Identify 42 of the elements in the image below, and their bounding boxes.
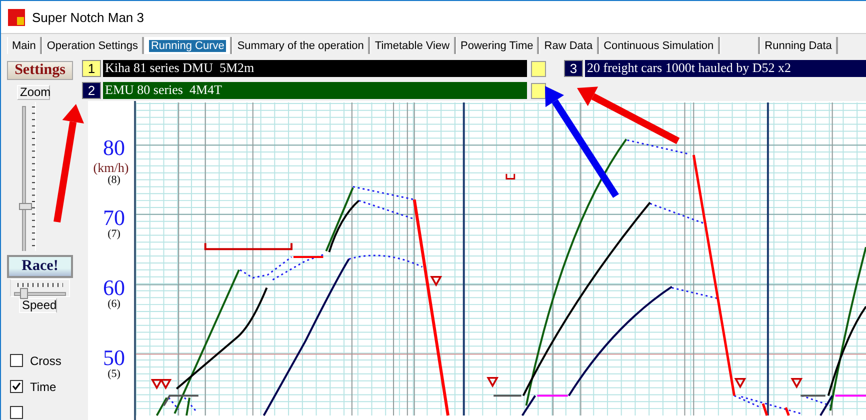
checkbox-label: Cross xyxy=(30,354,62,368)
speed-label: Speed xyxy=(19,298,57,313)
axis-unit-label: (km/h) xyxy=(92,161,130,174)
tab[interactable]: Operation Settings xyxy=(42,37,144,54)
axis-label: 70 xyxy=(102,207,126,229)
train-name-bar[interactable]: EMU 80 series 4M4T xyxy=(103,82,527,99)
train-name-bar[interactable]: 20 freight cars 1000t hauled by D52 x2 xyxy=(585,60,866,77)
app-logo-icon xyxy=(8,8,25,26)
checkbox[interactable] xyxy=(10,380,23,393)
race-button[interactable]: Race! xyxy=(7,254,73,278)
train-number[interactable]: 3 xyxy=(564,60,583,77)
slider-thumb[interactable] xyxy=(19,203,32,210)
train-name-bar[interactable]: Kiha 81 series DMU 5M2m xyxy=(103,60,527,77)
tab[interactable]: Running Data xyxy=(760,37,838,54)
tick-marks-icon xyxy=(17,282,63,287)
checkbox[interactable] xyxy=(10,354,23,367)
axis-label: 80 xyxy=(102,137,126,159)
tab[interactable]: Raw Data xyxy=(539,37,599,54)
settings-button[interactable]: Settings xyxy=(7,61,73,80)
notch-label: (7) xyxy=(106,228,122,240)
tab[interactable] xyxy=(720,37,760,54)
zoom-label: Zoom xyxy=(17,85,50,100)
checkbox-label: Time xyxy=(30,380,56,394)
tab[interactable]: Running Curve xyxy=(144,37,232,54)
window-title: Super Notch Man 3 xyxy=(32,10,144,24)
tab[interactable]: Timetable View xyxy=(370,37,456,54)
color-swatch[interactable] xyxy=(531,60,546,76)
notch-label: (5) xyxy=(106,368,122,380)
color-swatch[interactable] xyxy=(531,82,546,98)
tab[interactable]: Continuous Simulation xyxy=(598,37,720,54)
tab[interactable]: Summary of the operation xyxy=(232,37,370,54)
train-number[interactable]: 1 xyxy=(82,60,101,77)
axis-label: 60 xyxy=(102,277,126,299)
tab[interactable]: Powering Time xyxy=(456,37,540,54)
train-number[interactable]: 2 xyxy=(82,82,101,99)
notch-label: (8) xyxy=(108,174,120,186)
speed-slider[interactable] xyxy=(10,278,70,297)
checkbox[interactable] xyxy=(10,406,23,419)
axis-label: 50 xyxy=(102,347,126,369)
notch-label: (6) xyxy=(106,298,122,310)
slider-thumb[interactable] xyxy=(20,288,28,299)
tab[interactable]: Main xyxy=(7,37,42,54)
